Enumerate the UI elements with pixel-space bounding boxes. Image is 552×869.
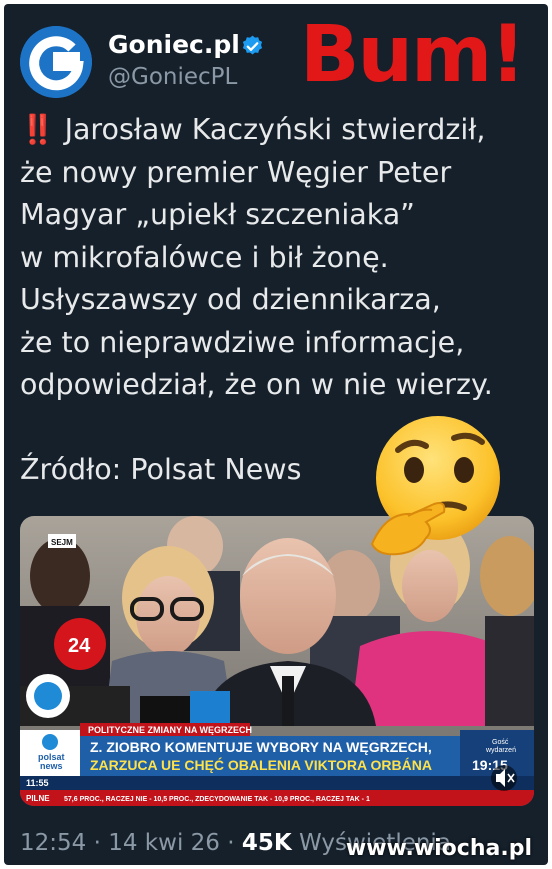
channel-logo-line2: news bbox=[40, 761, 63, 771]
crawl-text: 57,6 PROC., RACZEJ NIE - 10,5 PROC., ZDE… bbox=[64, 796, 370, 803]
tweet-line: Magyar „upiekł szczeniaka” bbox=[20, 198, 415, 231]
display-name[interactable]: Goniec.pl bbox=[108, 30, 240, 59]
separator: · bbox=[227, 830, 235, 856]
watermark: www.wiocha.pl bbox=[345, 836, 532, 861]
tweet-card: Goniec.pl @GoniecPL Bum! ‼️ Jarosław Kac… bbox=[4, 4, 548, 865]
tweet-line: że nowy premier Węgier Peter bbox=[20, 155, 452, 189]
goniec-logo-icon bbox=[20, 26, 92, 98]
thinking-face-icon bbox=[370, 416, 500, 556]
tweet-date[interactable]: 14 kwi 26 bbox=[108, 830, 220, 856]
tweet-line: ‼️ Jarosław Kaczyński stwierdził, bbox=[20, 113, 486, 146]
tweet-line: że to nieprawdziwe informacje, bbox=[20, 325, 465, 359]
separator: · bbox=[93, 830, 101, 856]
account-handle[interactable]: @GoniecPL bbox=[108, 64, 237, 90]
crawl-label: PILNE bbox=[26, 794, 50, 803]
tweet-time[interactable]: 12:54 bbox=[20, 830, 86, 856]
next-label-2: wydarzeń bbox=[485, 747, 516, 754]
next-label-1: Gość bbox=[492, 739, 509, 746]
headline-line1: Z. ZIOBRO KOMENTUJE WYBORY NA WĘGRZECH, bbox=[90, 739, 432, 755]
headline-line2: ZARZUCA UE CHĘĆ OBALENIA VIKTORA ORBÁNA bbox=[90, 756, 432, 773]
overlay-caption: Bum! bbox=[300, 10, 526, 100]
tweet-line: w mikrofalówce i bił żonę. bbox=[20, 240, 389, 274]
verified-badge-icon bbox=[242, 35, 263, 55]
corner-tag: SEJM bbox=[51, 538, 73, 547]
double-exclamation-icon: ‼️ bbox=[20, 113, 56, 146]
clock: 11:55 bbox=[26, 778, 49, 788]
view-count[interactable]: 45K bbox=[242, 830, 292, 856]
mic-logo: 24 bbox=[68, 635, 91, 657]
tweet-line: odpowiedział, że on w nie wierzy. bbox=[20, 368, 493, 401]
ticker-tag: POLITYCZNE ZMIANY NA WĘGRZECH bbox=[88, 725, 252, 735]
tweet-line: Usłyszawszy od dziennikarza, bbox=[20, 283, 441, 316]
